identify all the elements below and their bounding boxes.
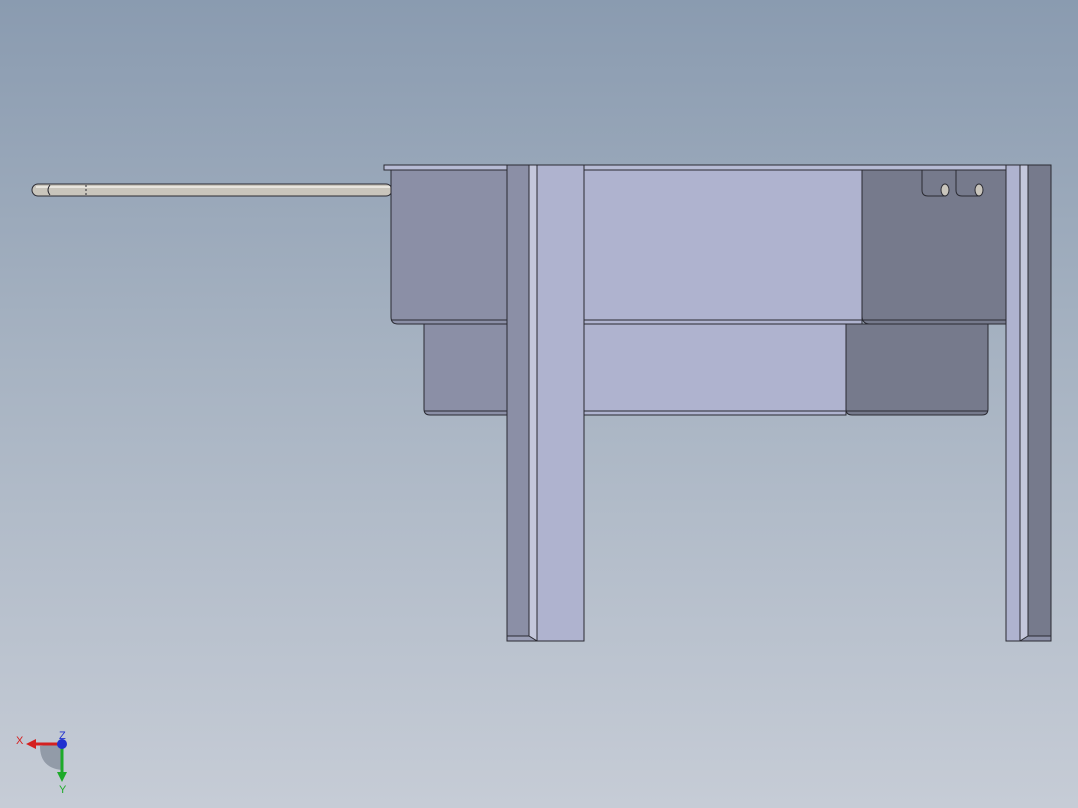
- upper-tank-right-face: [861, 169, 1007, 325]
- upper-tank[interactable]: [383, 164, 1013, 325]
- lower-tank-left-face: [423, 323, 509, 416]
- right-leg-side: [1027, 164, 1052, 642]
- right-leg-face: [1005, 164, 1021, 642]
- triad-y-label: Y: [59, 784, 67, 796]
- upper-tank-left-face: [390, 169, 509, 325]
- model-view[interactable]: X Z Y: [0, 0, 1078, 808]
- lower-tank-center-face: [583, 323, 847, 416]
- lower-tank-right-face: [845, 323, 989, 416]
- right-leg[interactable]: [1005, 164, 1052, 642]
- upper-tank-rim: [383, 164, 1013, 171]
- orientation-triad[interactable]: X Z Y: [16, 730, 67, 796]
- triad-x-arrow: [26, 739, 36, 749]
- left-leg[interactable]: [506, 164, 585, 642]
- rod-part[interactable]: [31, 183, 393, 197]
- left-leg-flange: [528, 164, 538, 642]
- upper-tank-center-face: [583, 169, 863, 325]
- left-leg-face: [536, 164, 585, 642]
- pin-2-end: [974, 183, 984, 197]
- left-leg-side: [506, 164, 530, 642]
- triad-z-label: Z: [59, 730, 66, 742]
- triad-x-label: X: [16, 735, 24, 747]
- triad-y-arrow: [57, 772, 67, 782]
- pin-1-end: [940, 183, 950, 197]
- graphics-viewport[interactable]: X Z Y: [0, 0, 1078, 808]
- right-leg-flange: [1019, 164, 1029, 642]
